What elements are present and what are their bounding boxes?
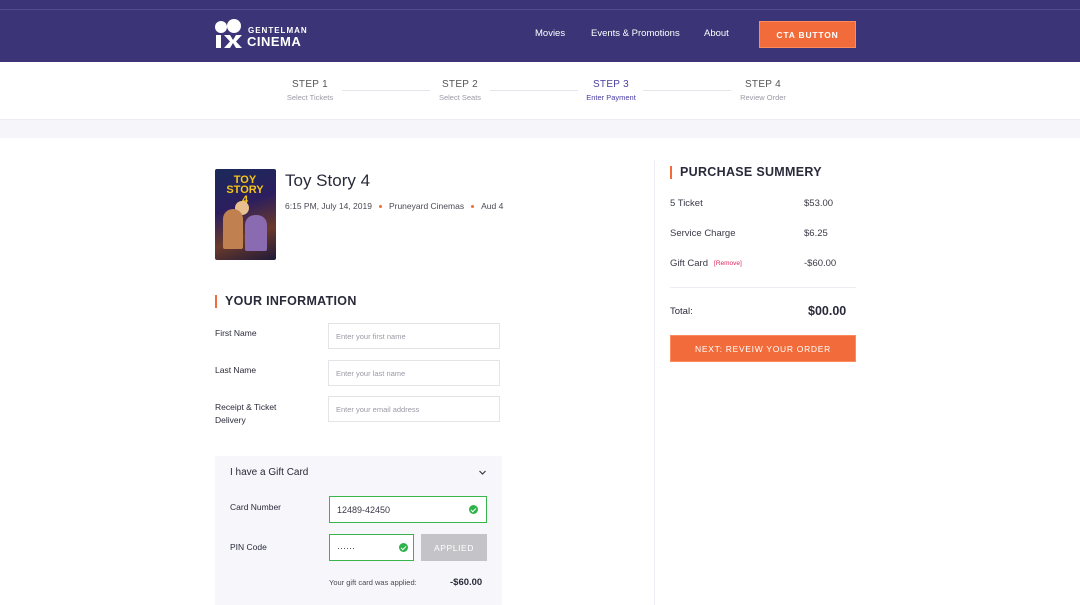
gift-card-applied-note: Your gift card was applied: — [329, 578, 417, 587]
email-input[interactable]: Enter your email address — [328, 396, 500, 422]
summary-value: $6.25 — [804, 228, 828, 239]
next-review-order-button[interactable]: NEXT: REVEIW YOUR ORDER — [670, 335, 856, 362]
remove-gift-card-link[interactable]: [Remove] — [714, 260, 742, 267]
summary-value: $53.00 — [804, 198, 834, 209]
applied-button[interactable]: APPLIED — [421, 534, 487, 561]
first-name-label: First Name — [215, 328, 257, 338]
last-name-label: Last Name — [215, 365, 257, 375]
card-number-value: 12489-42450 — [337, 504, 391, 515]
step-label: STEP 3 — [592, 79, 630, 90]
gift-card-applied-amount: -$60.00 — [450, 577, 483, 588]
gift-card-toggle-label[interactable]: I have a Gift Card — [230, 467, 308, 478]
total-value: $00.00 — [808, 304, 847, 318]
header-hairline — [0, 9, 1080, 10]
gift-card-panel: I have a Gift Card Card Number 12489-424… — [215, 456, 502, 605]
step-sublabel: Review Order — [740, 93, 786, 102]
brand-logo[interactable]: GENTELMAN CINEMA — [214, 19, 314, 51]
separator-dot — [471, 205, 475, 209]
movie-meta: 6:15 PM, July 14, 2019 Pruneyard Cinemas A… — [285, 201, 503, 211]
movie-title: Toy Story 4 — [285, 171, 371, 190]
nav-about[interactable]: About — [704, 28, 729, 39]
poster-title: TOY STORY 4 — [226, 174, 264, 206]
summary-label: 5 Ticket — [670, 198, 703, 209]
separator-dot — [378, 205, 382, 209]
section-band — [0, 120, 1080, 138]
pin-code-input[interactable]: ······ — [329, 534, 414, 561]
auditorium: Aud 4 — [481, 201, 504, 211]
theater-name: Pruneyard Cinemas — [388, 201, 465, 211]
summary-label: Service Charge — [670, 228, 736, 239]
receipt-delivery-label: Receipt & Ticket Delivery — [215, 402, 277, 425]
step-4[interactable]: STEP 4 Review Order — [708, 79, 818, 102]
showtime: 6:15 PM, July 14, 2019 — [285, 201, 372, 211]
step-label: STEP 2 — [441, 79, 479, 90]
summary-row-service-charge: Service Charge $6.25 — [670, 228, 856, 239]
cta-button[interactable]: CTA BUTTON — [759, 21, 856, 48]
poster-figure — [245, 215, 267, 251]
total-label: Total: — [670, 306, 693, 317]
logo-text-bottom: CINEMA — [247, 34, 302, 49]
column-divider — [654, 160, 655, 605]
summary-value: -$60.00 — [804, 258, 837, 269]
step-sublabel: Select Seats — [438, 93, 482, 102]
pin-code-label: PIN Code — [230, 542, 267, 552]
last-name-input[interactable]: Enter your last name — [328, 360, 500, 386]
poster-figure — [223, 209, 243, 249]
checkout-steps: STEP 1 Select Tickets STEP 2 Select Seat… — [0, 62, 1080, 120]
summary-row-tickets: 5 Ticket $53.00 — [670, 198, 856, 209]
pin-code-value: ······ — [337, 542, 355, 553]
chevron-down-icon[interactable] — [478, 468, 487, 477]
nav-movies[interactable]: Movies — [535, 28, 565, 39]
step-sublabel: Select Tickets — [286, 93, 334, 102]
valid-check-icon — [399, 543, 408, 552]
top-nav-bar: GENTELMAN CINEMA Movies Events & Promoti… — [0, 0, 1080, 62]
card-number-input[interactable]: 12489-42450 — [329, 496, 487, 523]
step-label: STEP 4 — [744, 79, 782, 90]
card-number-label: Card Number — [230, 502, 282, 512]
movie-poster: TOY STORY 4 — [215, 169, 276, 260]
step-label: STEP 1 — [291, 79, 329, 90]
purchase-summary-heading: PURCHASE SUMMERY — [670, 166, 822, 179]
step-sublabel: Enter Payment — [586, 93, 636, 102]
nav-events-promotions[interactable]: Events & Promotions — [591, 28, 680, 39]
your-information-heading: YOUR INFORMATION — [215, 295, 357, 308]
cinema-logo-icon — [215, 19, 242, 48]
first-name-input[interactable]: Enter your first name — [328, 323, 500, 349]
summary-label: Gift Card — [670, 258, 709, 269]
summary-row-gift-card: Gift Card [Remove] -$60.00 — [670, 258, 856, 269]
summary-divider — [670, 287, 856, 288]
valid-check-icon — [469, 505, 478, 514]
